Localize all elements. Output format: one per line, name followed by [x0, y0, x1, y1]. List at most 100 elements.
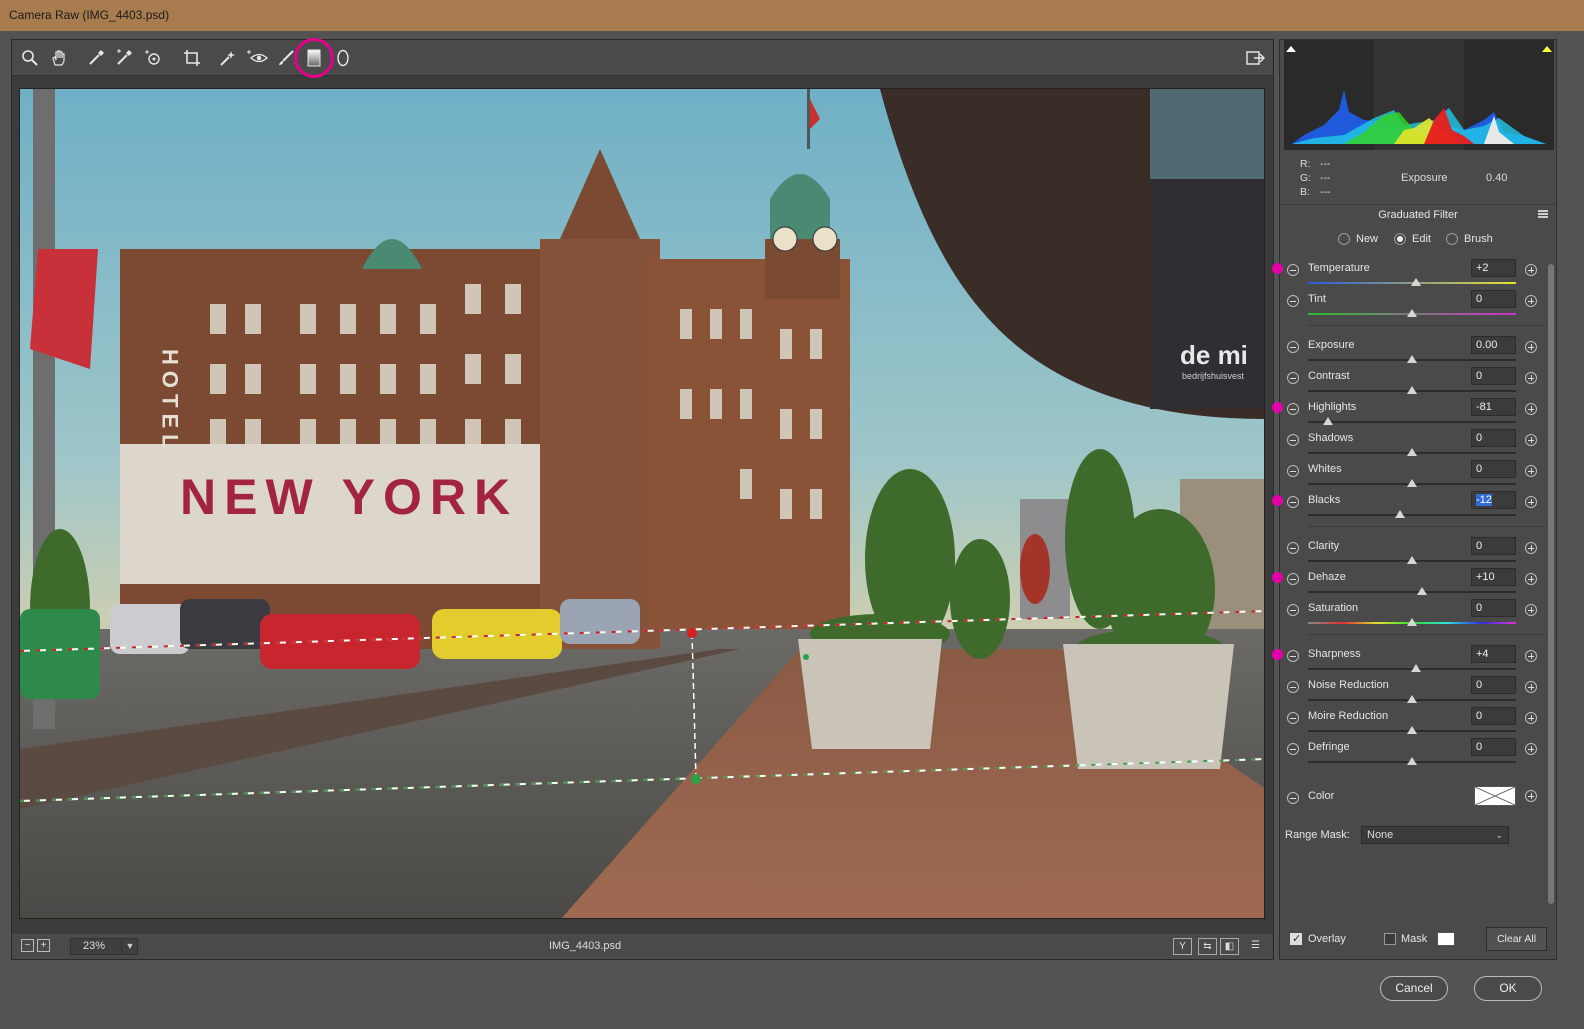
defringe-slider-thumb[interactable] — [1407, 757, 1417, 765]
copy-settings-button[interactable]: ◧ — [1220, 938, 1239, 955]
mode-brush-label[interactable]: Brush — [1464, 233, 1493, 245]
targeted-adjustment-tool-icon[interactable] — [142, 46, 166, 70]
defringe-decrease-icon[interactable] — [1287, 743, 1299, 755]
color-sampler-tool-icon[interactable] — [112, 46, 136, 70]
zoom-dropdown-chevron-icon[interactable]: ▼ — [121, 938, 138, 955]
mask-color-swatch[interactable] — [1437, 932, 1455, 946]
whites-increase-icon[interactable] — [1525, 465, 1537, 477]
defringe-increase-icon[interactable] — [1525, 743, 1537, 755]
highlights-increase-icon[interactable] — [1525, 403, 1537, 415]
dehaze-decrease-icon[interactable] — [1287, 573, 1299, 585]
shadows-increase-icon[interactable] — [1525, 434, 1537, 446]
view-settings-button[interactable]: ☰ — [1246, 938, 1265, 955]
highlights-slider-track[interactable] — [1308, 421, 1516, 423]
color-decrease-icon[interactable] — [1287, 792, 1299, 804]
panel-scrollbar-thumb[interactable] — [1548, 264, 1554, 904]
whites-decrease-icon[interactable] — [1287, 465, 1299, 477]
highlights-slider-thumb[interactable] — [1322, 417, 1333, 425]
zoom-tool-icon[interactable] — [18, 46, 42, 70]
spot-removal-tool-icon[interactable] — [216, 46, 240, 70]
sharpness-increase-icon[interactable] — [1525, 650, 1537, 662]
sharpness-value-field[interactable]: +4 — [1471, 645, 1516, 663]
clear-all-button[interactable]: Clear All — [1486, 927, 1547, 951]
color-increase-icon[interactable] — [1525, 790, 1537, 802]
blacks-value-field[interactable]: -12 — [1471, 491, 1516, 509]
mode-new-radio[interactable] — [1338, 233, 1350, 245]
mask-checkbox[interactable] — [1384, 933, 1396, 945]
highlights-value-field[interactable]: -81 — [1471, 398, 1516, 416]
mode-brush-radio[interactable] — [1446, 233, 1458, 245]
tint-slider-thumb[interactable] — [1407, 309, 1417, 317]
tint-decrease-icon[interactable] — [1287, 295, 1299, 307]
crop-tool-icon[interactable] — [180, 46, 204, 70]
noise-reduction-decrease-icon[interactable] — [1287, 681, 1299, 693]
contrast-slider-thumb[interactable] — [1407, 386, 1417, 394]
dehaze-increase-icon[interactable] — [1525, 573, 1537, 585]
saturation-decrease-icon[interactable] — [1287, 604, 1299, 616]
shadows-slider-thumb[interactable] — [1407, 448, 1417, 456]
clarity-decrease-icon[interactable] — [1287, 542, 1299, 554]
clarity-slider-thumb[interactable] — [1407, 556, 1417, 564]
image-preview[interactable]: HOTEL NEW YORK de mi bedrijfshuisvest — [19, 88, 1265, 919]
white-balance-tool-icon[interactable] — [84, 46, 108, 70]
before-after-toggle-button[interactable]: Y — [1173, 938, 1192, 955]
saturation-slider-thumb[interactable] — [1407, 618, 1417, 626]
exposure-increase-icon[interactable] — [1525, 341, 1537, 353]
blacks-slider-track[interactable] — [1308, 514, 1516, 516]
dehaze-value-field[interactable]: +10 — [1471, 568, 1516, 586]
highlights-decrease-icon[interactable] — [1287, 403, 1299, 415]
moire-reduction-value-field[interactable]: 0 — [1471, 707, 1516, 725]
cancel-button[interactable]: Cancel — [1380, 976, 1448, 1001]
zoom-in-button[interactable]: + — [37, 939, 50, 952]
noise-reduction-value-field[interactable]: 0 — [1471, 676, 1516, 694]
moire-reduction-slider-thumb[interactable] — [1407, 726, 1417, 734]
contrast-decrease-icon[interactable] — [1287, 372, 1299, 384]
zoom-out-button[interactable]: − — [21, 939, 34, 952]
panel-menu-icon[interactable] — [1538, 210, 1548, 218]
red-eye-tool-icon[interactable] — [245, 46, 269, 70]
mode-edit-label[interactable]: Edit — [1412, 233, 1431, 245]
shadows-decrease-icon[interactable] — [1287, 434, 1299, 446]
clarity-value-field[interactable]: 0 — [1471, 537, 1516, 555]
shadows-value-field[interactable]: 0 — [1471, 429, 1516, 447]
radial-filter-tool-icon[interactable] — [331, 46, 355, 70]
mode-edit-radio[interactable] — [1394, 233, 1406, 245]
open-preferences-icon[interactable] — [1243, 46, 1267, 70]
temperature-slider-thumb[interactable] — [1411, 278, 1422, 286]
overlay-checkbox[interactable] — [1290, 932, 1302, 945]
noise-reduction-slider-thumb[interactable] — [1407, 695, 1417, 703]
temperature-increase-icon[interactable] — [1525, 264, 1537, 276]
moire-reduction-increase-icon[interactable] — [1525, 712, 1537, 724]
sharpness-decrease-icon[interactable] — [1287, 650, 1299, 662]
ok-button[interactable]: OK — [1474, 976, 1542, 1001]
blacks-decrease-icon[interactable] — [1287, 496, 1299, 508]
noise-reduction-increase-icon[interactable] — [1525, 681, 1537, 693]
exposure-slider-thumb[interactable] — [1407, 355, 1417, 363]
dehaze-slider-track[interactable] — [1308, 591, 1516, 593]
shadow-clipping-warning-icon[interactable] — [1286, 46, 1296, 52]
hand-tool-icon[interactable] — [47, 46, 71, 70]
sharpness-slider-thumb[interactable] — [1411, 664, 1422, 672]
tint-increase-icon[interactable] — [1525, 295, 1537, 307]
color-swatch[interactable] — [1474, 786, 1516, 806]
dehaze-slider-thumb[interactable] — [1417, 587, 1428, 595]
mode-new-label[interactable]: New — [1356, 233, 1378, 245]
contrast-increase-icon[interactable] — [1525, 372, 1537, 384]
saturation-value-field[interactable]: 0 — [1471, 599, 1516, 617]
blacks-increase-icon[interactable] — [1525, 496, 1537, 508]
blacks-slider-thumb[interactable] — [1394, 510, 1405, 518]
clarity-increase-icon[interactable] — [1525, 542, 1537, 554]
tint-value-field[interactable]: 0 — [1471, 290, 1516, 308]
overlay-label[interactable]: Overlay — [1308, 933, 1346, 945]
exposure-value-field[interactable]: 0.00 — [1471, 336, 1516, 354]
saturation-increase-icon[interactable] — [1525, 604, 1537, 616]
exposure-decrease-icon[interactable] — [1287, 341, 1299, 353]
range-mask-select[interactable]: None ⌄ — [1361, 826, 1509, 844]
contrast-value-field[interactable]: 0 — [1471, 367, 1516, 385]
defringe-value-field[interactable]: 0 — [1471, 738, 1516, 756]
highlight-clipping-warning-icon[interactable] — [1542, 46, 1552, 52]
temperature-decrease-icon[interactable] — [1287, 264, 1299, 276]
graduated-filter-tool-icon[interactable] — [294, 38, 334, 78]
swap-settings-button[interactable]: ⇆ — [1198, 938, 1217, 955]
temperature-value-field[interactable]: +2 — [1471, 259, 1516, 277]
